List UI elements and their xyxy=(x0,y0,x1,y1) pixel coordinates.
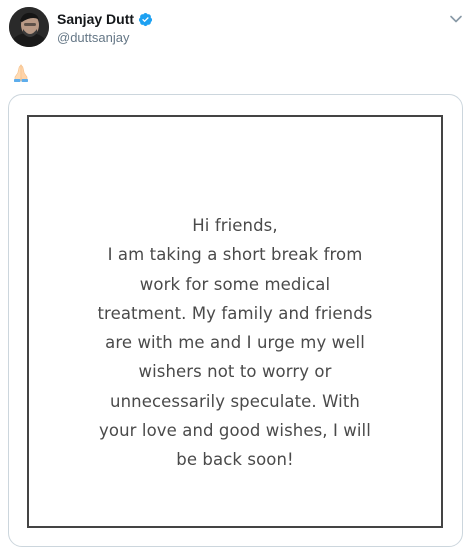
note-text: Hi friends, I am taking a short break fr… xyxy=(29,211,441,475)
note-line: your love and good wishes, I will xyxy=(99,421,371,441)
note-line: wishers not to worry or xyxy=(138,362,332,382)
media-card[interactable]: Hi friends, I am taking a short break fr… xyxy=(8,94,463,547)
note-line: I am taking a short break from xyxy=(107,245,363,265)
note-line: treatment. My family and friends xyxy=(97,303,373,323)
avatar-photo xyxy=(9,7,49,47)
note-line: be back soon! xyxy=(176,450,294,470)
folded-hands-icon xyxy=(14,64,28,82)
note-line: are with me and I urge my well xyxy=(105,333,365,353)
chevron-down-icon[interactable] xyxy=(449,12,463,26)
display-name[interactable]: Sanjay Dutt xyxy=(57,11,134,27)
user-handle[interactable]: @duttsanjay xyxy=(57,30,129,45)
avatar[interactable] xyxy=(9,7,49,47)
note-line: Hi friends, xyxy=(192,216,278,235)
note-line: unnecessarily speculate. With xyxy=(110,391,360,411)
note-line: work for some medical xyxy=(139,274,331,294)
note-frame: Hi friends, I am taking a short break fr… xyxy=(27,115,443,528)
verified-badge-icon xyxy=(138,12,153,26)
user-name-row[interactable]: Sanjay Dutt xyxy=(57,11,153,27)
